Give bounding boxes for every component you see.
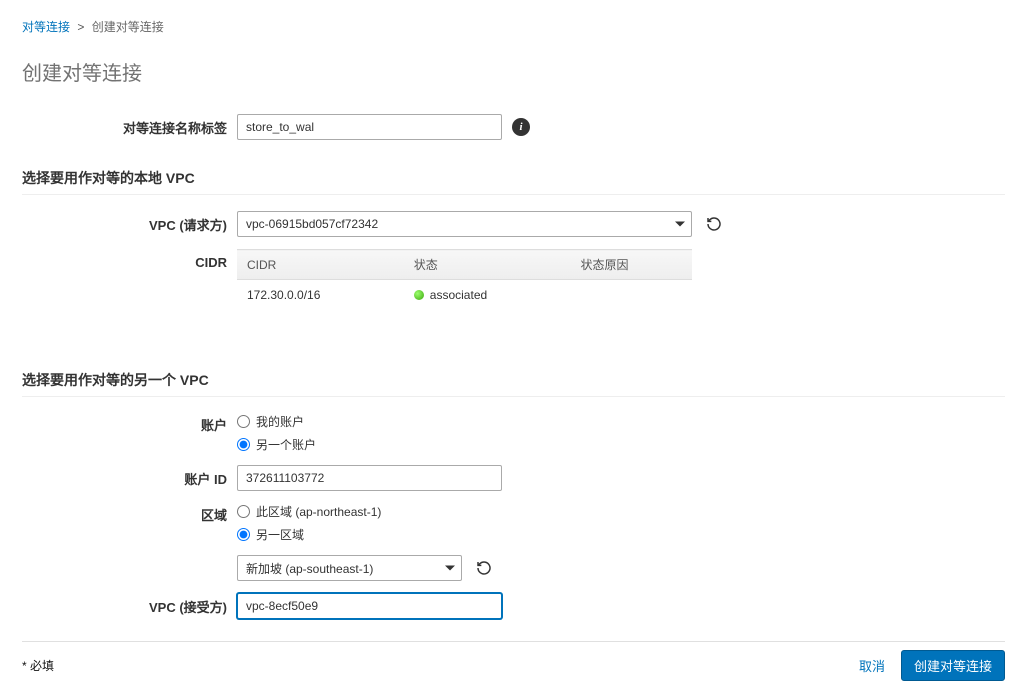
cidr-cell-cidr: 172.30.0.0/16 (237, 280, 404, 311)
create-peering-button[interactable]: 创建对等连接 (901, 650, 1005, 681)
breadcrumb-parent-link[interactable]: 对等连接 (22, 20, 70, 34)
chevron-down-icon (675, 222, 685, 227)
cidr-header-cidr: CIDR (237, 250, 404, 280)
region-radio-other-label: 另一区域 (256, 526, 304, 543)
account-radio-mine[interactable]: 我的账户 (237, 413, 316, 430)
account-radio-other-label: 另一个账户 (256, 436, 316, 453)
info-icon[interactable]: i (512, 118, 530, 136)
region-label: 区域 (22, 503, 237, 524)
status-dot-icon (414, 290, 424, 300)
account-label: 账户 (22, 413, 237, 434)
divider (22, 194, 1005, 195)
region-select[interactable]: 新加坡 (ap-southeast-1) (237, 555, 462, 581)
refresh-icon[interactable] (472, 556, 496, 580)
local-vpc-section-title: 选择要用作对等的本地 VPC (22, 168, 1005, 188)
cidr-label: CIDR (22, 249, 237, 270)
cidr-header-status: 状态 (404, 250, 571, 280)
cidr-header-reason: 状态原因 (571, 250, 692, 280)
region-select-value: 新加坡 (ap-southeast-1) (246, 560, 373, 577)
chevron-down-icon (445, 566, 455, 571)
breadcrumb-current: 创建对等连接 (92, 20, 164, 34)
cidr-cell-reason (571, 280, 692, 311)
account-radio-other[interactable]: 另一个账户 (237, 436, 316, 453)
account-id-input[interactable] (237, 465, 502, 491)
refresh-icon[interactable] (702, 212, 726, 236)
requester-vpc-label: VPC (请求方) (22, 215, 237, 234)
cidr-row: 172.30.0.0/16 associated (237, 280, 692, 311)
page-title: 创建对等连接 (22, 57, 1005, 86)
account-id-label: 账户 ID (22, 469, 237, 488)
name-tag-input[interactable] (237, 114, 502, 140)
requester-vpc-select[interactable]: vpc-06915bd057cf72342 (237, 211, 692, 237)
accepter-vpc-label: VPC (接受方) (22, 597, 237, 616)
breadcrumb-separator: > (77, 20, 84, 34)
name-tag-label: 对等连接名称标签 (22, 118, 237, 137)
cidr-table: CIDR 状态 状态原因 172.30.0.0/16 associated (237, 249, 692, 310)
other-vpc-section-title: 选择要用作对等的另一个 VPC (22, 370, 1005, 390)
region-radio-same[interactable]: 此区域 (ap-northeast-1) (237, 503, 381, 520)
requester-vpc-value: vpc-06915bd057cf72342 (246, 217, 378, 231)
cidr-status-text: associated (430, 288, 487, 302)
breadcrumb: 对等连接 > 创建对等连接 (22, 18, 1005, 35)
accepter-vpc-input[interactable] (237, 593, 502, 619)
region-radio-other[interactable]: 另一区域 (237, 526, 381, 543)
cancel-button[interactable]: 取消 (853, 655, 891, 676)
cidr-cell-status: associated (404, 280, 571, 311)
footer: * 必填 取消 创建对等连接 (22, 641, 1005, 691)
region-radio-same-label: 此区域 (ap-northeast-1) (256, 503, 381, 520)
divider (22, 396, 1005, 397)
account-radio-mine-label: 我的账户 (256, 413, 304, 430)
required-note: * 必填 (22, 657, 54, 674)
